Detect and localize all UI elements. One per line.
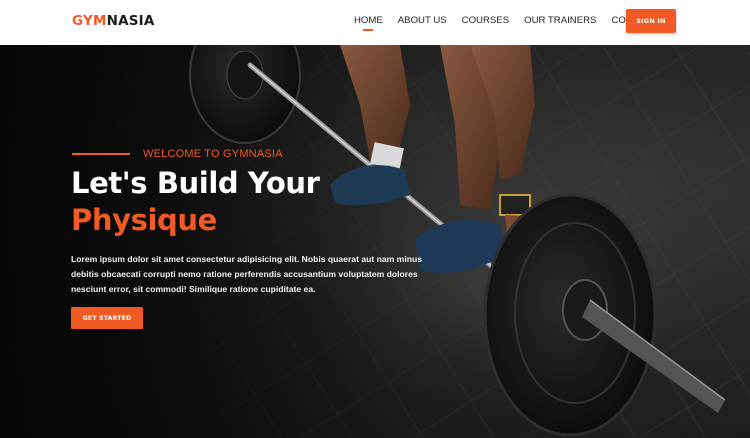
nav-item-about-us[interactable]: ABOUT US xyxy=(398,15,447,26)
main-menu: HOME ABOUT US COURSES OUR TRAINERS CONTA… xyxy=(354,15,672,26)
hero-description: Lorem ipsum dolor sit amet consectetur a… xyxy=(71,254,422,295)
nav-item-our-trainers[interactable]: OUR TRAINERS xyxy=(524,15,596,26)
hero-headline-line1: Let's Build Your xyxy=(71,166,320,200)
welcome-row: WELCOME TO GYMNASIA xyxy=(72,148,283,160)
brand-logo[interactable]: GYMNASIA xyxy=(72,13,155,29)
hero-section: WELCOME TO GYMNASIA Let's Build Your Phy… xyxy=(0,45,750,438)
top-navbar: GYMNASIA HOME ABOUT US COURSES OUR TRAIN… xyxy=(0,0,750,45)
welcome-text: WELCOME TO GYMNASIA xyxy=(143,148,283,160)
nav-item-courses[interactable]: COURSES xyxy=(462,15,509,26)
hero-headline-line2: Physique xyxy=(71,203,217,237)
brand-logo-accent: GYM xyxy=(72,13,107,29)
welcome-divider xyxy=(72,153,130,155)
barbell-deadlift-photo xyxy=(189,45,750,437)
get-started-button[interactable]: GET STARTED xyxy=(71,307,143,329)
sign-in-button[interactable]: SIGN IN xyxy=(626,9,676,33)
brand-logo-rest: NASIA xyxy=(106,13,155,29)
nav-item-home[interactable]: HOME xyxy=(354,15,383,26)
